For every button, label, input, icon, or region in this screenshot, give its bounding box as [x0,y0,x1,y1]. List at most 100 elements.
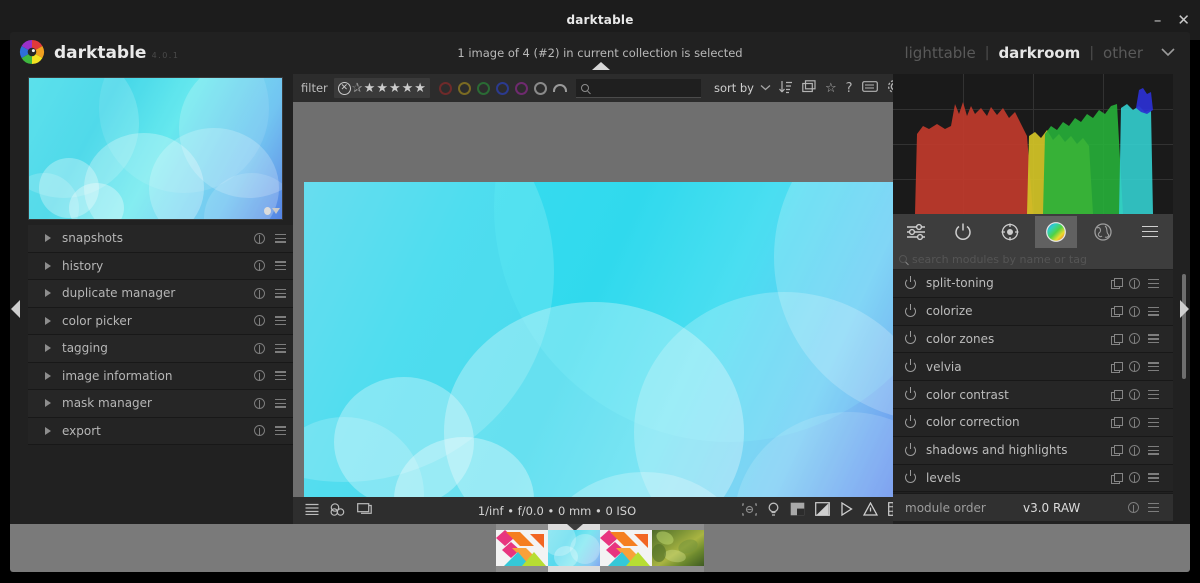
presets-menu-icon[interactable] [275,316,286,326]
module-order-value[interactable]: v3.0 RAW [1023,501,1128,515]
reject-filter-icon[interactable]: ✕ [337,81,351,95]
presets-menu-icon[interactable] [1148,445,1159,455]
color-label-purple-icon[interactable] [514,81,528,95]
star-filter-5[interactable]: ★ [414,82,426,95]
effects-modules-tab[interactable] [1082,216,1124,248]
left-panel-collapse-arrow[interactable] [11,300,20,318]
power-icon[interactable] [905,275,916,289]
filmstrip-bottom-arrow-icon[interactable] [565,571,585,572]
reset-icon[interactable] [254,260,265,272]
reset-icon[interactable] [254,342,265,354]
presets-menu-icon[interactable] [275,398,286,408]
star-filter-3[interactable]: ★ [389,82,401,95]
technical-modules-tab[interactable] [989,216,1031,248]
sidebar-item-image-information[interactable]: image information [28,362,293,390]
duplicate-overlay-icon[interactable] [330,502,346,519]
multi-instance-icon[interactable] [1111,389,1123,401]
view-other[interactable]: other [1103,44,1143,62]
multi-instance-icon[interactable] [1111,278,1123,290]
power-icon[interactable] [905,414,916,428]
module-row-colorize[interactable]: colorize [893,297,1173,326]
presets-menu-icon[interactable] [1148,417,1159,427]
multi-instance-icon[interactable] [1111,445,1123,457]
film-thumb-2[interactable] [548,524,600,572]
presets-menu-tab[interactable] [1129,216,1171,248]
star-filter-2[interactable]: ★ [376,82,388,95]
reset-icon[interactable] [1129,305,1140,317]
raw-overexposed-icon[interactable] [840,501,853,519]
module-row-velvia[interactable]: velvia [893,353,1173,382]
reset-icon[interactable] [254,425,265,437]
power-icon[interactable] [905,387,916,401]
view-lighttable[interactable]: lighttable [904,44,975,62]
film-thumb-1[interactable] [496,524,548,572]
color-label-yellow-icon[interactable] [457,81,471,95]
chevron-down-icon[interactable] [1160,46,1176,61]
minimize-button[interactable]: – [1154,12,1162,28]
warning-icon[interactable] [862,501,879,519]
reset-icon[interactable] [1129,389,1140,401]
module-order-row[interactable]: module order v3.0 RAW [893,493,1173,521]
sidebar-item-export[interactable]: export [28,417,293,445]
overexposed-icon[interactable] [815,502,830,519]
reset-icon[interactable] [254,397,265,409]
reset-icon[interactable] [1129,416,1140,428]
softproof-bulb-icon[interactable] [767,502,780,520]
presets-menu-icon[interactable] [275,371,286,381]
focus-peaking-icon[interactable] [742,502,757,519]
multi-instance-icon[interactable] [1111,417,1123,429]
sort-order-icon[interactable] [779,80,793,97]
star-filter-4[interactable]: ★ [402,82,414,95]
presets-menu-icon[interactable] [1148,362,1159,372]
sidebar-item-color-picker[interactable]: color picker [28,307,293,335]
presets-menu-icon[interactable] [275,261,286,271]
presets-menu-icon[interactable] [1148,390,1159,400]
reset-icon[interactable] [1129,333,1140,345]
presets-menu-icon[interactable] [275,343,286,353]
sidebar-item-mask-manager[interactable]: mask manager [28,390,293,418]
power-icon[interactable] [905,442,916,456]
module-row-levels[interactable]: levels [893,464,1173,492]
module-search-input[interactable]: search modules by name or tag [893,249,1173,269]
histogram[interactable] [893,74,1173,214]
film-thumb-3[interactable] [600,524,652,572]
reset-icon[interactable] [1129,277,1140,289]
presets-menu-icon[interactable] [1148,278,1159,288]
power-icon[interactable] [905,303,916,317]
view-darkroom[interactable]: darkroom [998,44,1080,62]
presets-menu-icon[interactable] [1148,473,1159,483]
presets-menu-icon[interactable] [1148,503,1159,512]
color-label-all-icon[interactable] [552,84,567,92]
sidebar-item-tagging[interactable]: tagging [28,335,293,363]
color-label-red-icon[interactable] [438,81,452,95]
presets-menu-icon[interactable] [275,288,286,298]
multi-instance-icon[interactable] [1111,472,1123,484]
reset-icon[interactable] [1129,444,1140,456]
navigation-thumbnail[interactable] [28,77,283,220]
reset-icon[interactable] [254,287,265,299]
color-label-blue-icon[interactable] [495,81,509,95]
reset-icon[interactable] [1128,502,1139,513]
search-input[interactable] [575,78,701,98]
multi-instance-icon[interactable] [1111,333,1123,345]
multi-instance-icon[interactable] [1111,361,1123,373]
module-row-color-zones[interactable]: color zones [893,325,1173,354]
sidebar-item-snapshots[interactable]: snapshots [28,225,293,253]
sidebar-item-history[interactable]: history [28,252,293,280]
right-panel-collapse-arrow[interactable] [1180,300,1189,318]
reset-icon[interactable] [1129,361,1140,373]
color-label-grey-icon[interactable] [533,81,547,95]
overlays-star-icon[interactable]: ☆ [825,82,837,95]
module-list-scrollbar[interactable] [1182,274,1186,379]
image-canvas[interactable] [293,102,913,539]
favorite-modules-tab[interactable] [942,216,984,248]
chevron-down-icon[interactable] [760,83,771,94]
module-row-shadows-and-highlights[interactable]: shadows and highlights [893,436,1173,465]
presets-menu-icon[interactable] [275,426,286,436]
sidebar-item-duplicate-manager[interactable]: duplicate manager [28,280,293,308]
star-filter-0[interactable]: ✰ [352,82,363,95]
reset-icon[interactable] [254,232,265,244]
film-thumb-4[interactable] [652,524,704,572]
top-panel-collapse-arrow[interactable] [592,62,610,70]
reset-icon[interactable] [254,370,265,382]
